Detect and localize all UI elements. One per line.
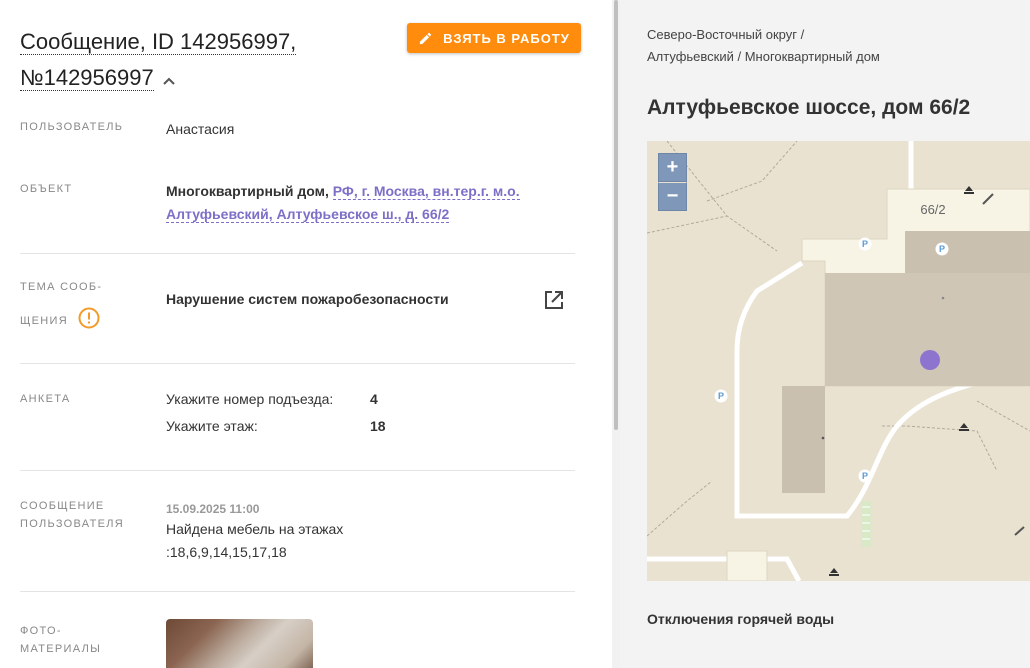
map-canvas[interactable]: P P P P 66/2 (647, 141, 1030, 581)
open-external-icon[interactable] (543, 289, 565, 316)
user-message-text-line1: Найдена мебель на этажах (166, 521, 344, 537)
user-message-label-line1: СООБЩЕНИЕ (20, 500, 105, 512)
user-value: Анастасия (166, 121, 235, 137)
svg-text:P: P (862, 239, 868, 249)
location-marker[interactable] (920, 350, 940, 370)
survey-label: АНКЕТА (20, 393, 71, 405)
survey-question: Укажите этаж: (166, 418, 258, 434)
photos-label: ФОТО- МАТЕРИАЛЫ (20, 622, 101, 658)
object-label: ОБЪЕКТ (20, 183, 73, 195)
object-type: Многоквартирный дом, (166, 183, 329, 199)
address-title: Алтуфьевское шоссе, дом 66/2 (647, 96, 971, 119)
breadcrumb: Северо-Восточный округ / Алтуфьевский / … (647, 24, 880, 68)
map-house-number: 66/2 (920, 202, 945, 217)
user-row: ПОЛЬЗОВАТЕЛЬ Анастасия (20, 118, 575, 168)
topic-label-line1: ТЕМА СООБ- (20, 281, 103, 293)
breadcrumb-line2: Алтуфьевский / Многоквартирный дом (647, 49, 880, 64)
take-to-work-label: ВЗЯТЬ В РАБОТУ (443, 30, 570, 46)
survey-answer: 4 (370, 391, 378, 407)
svg-text:P: P (939, 244, 945, 254)
zoom-out-button[interactable]: − (658, 182, 687, 211)
svg-text:P: P (862, 471, 868, 481)
object-info-panel: Северо-Восточный округ / Алтуфьевский / … (622, 0, 1030, 668)
user-message-content: 15.09.2025 11:00 Найдена мебель на этажа… (166, 500, 343, 564)
survey-question: Укажите номер подъезда: (166, 391, 334, 407)
chevron-up-icon[interactable] (162, 61, 176, 97)
object-value: Многоквартирный дом, РФ, г. Москва, вн.т… (166, 180, 556, 226)
map[interactable]: P P P P 66/2 + − (647, 141, 1030, 581)
survey-item: Укажите номер подъезда: 4 (166, 388, 386, 411)
svg-text:P: P (718, 391, 724, 401)
photos-label-line1: ФОТО- (20, 625, 62, 637)
scrollbar-thumb[interactable] (614, 0, 618, 430)
take-to-work-button[interactable]: ВЗЯТЬ В РАБОТУ (407, 23, 581, 53)
object-row: ОБЪЕКТ Многоквартирный дом, РФ, г. Москв… (20, 180, 575, 254)
scrollbar[interactable] (612, 0, 620, 668)
user-message-date: 15.09.2025 11:00 (166, 502, 260, 516)
pencil-icon (420, 32, 432, 44)
user-message-row: СООБЩЕНИЕ ПОЛЬЗОВАТЕЛЯ 15.09.2025 11:00 … (20, 471, 575, 592)
message-panel: Сообщение, ID 142956997, №142956997 ВЗЯТ… (0, 0, 612, 668)
zoom-in-button[interactable]: + (658, 153, 687, 182)
survey-row: АНКЕТА Укажите номер подъезда: 4 Укажите … (20, 364, 575, 471)
topic-value: Нарушение систем пожаробезопасности (166, 291, 449, 307)
survey-item: Укажите этаж: 18 (166, 415, 386, 438)
message-title-text[interactable]: Сообщение, ID 142956997, №142956997 (20, 29, 297, 91)
breadcrumb-line1: Северо-Восточный округ / (647, 27, 805, 42)
user-message-label: СООБЩЕНИЕ ПОЛЬЗОВАТЕЛЯ (20, 497, 124, 533)
warning-icon[interactable] (78, 307, 100, 335)
photos-row: ФОТО- МАТЕРИАЛЫ (20, 592, 575, 668)
photos-label-line2: МАТЕРИАЛЫ (20, 643, 102, 655)
topic-label-line2: ЩЕНИЯ (20, 314, 68, 327)
topic-label: ТЕМА СООБ- ЩЕНИЯ (20, 278, 102, 335)
zoom-controls: + − (658, 153, 687, 211)
survey-answer: 18 (370, 418, 386, 434)
user-label: ПОЛЬЗОВАТЕЛЬ (20, 121, 124, 133)
topic-row: ТЕМА СООБ- ЩЕНИЯ Нарушение систем пожаро… (20, 254, 575, 364)
message-title[interactable]: Сообщение, ID 142956997, №142956997 (20, 24, 340, 97)
photo-thumbnail[interactable] (166, 619, 313, 668)
user-message-label-line2: ПОЛЬЗОВАТЕЛЯ (20, 518, 124, 530)
topic-label-line2-wrap: ЩЕНИЯ (20, 307, 102, 335)
survey-list: Укажите номер подъезда: 4 Укажите этаж: 18 (166, 388, 386, 438)
hot-water-outage-title: Отключения горячей воды (647, 611, 835, 627)
user-message-text-line2: :18,6,9,14,15,17,18 (166, 544, 287, 560)
